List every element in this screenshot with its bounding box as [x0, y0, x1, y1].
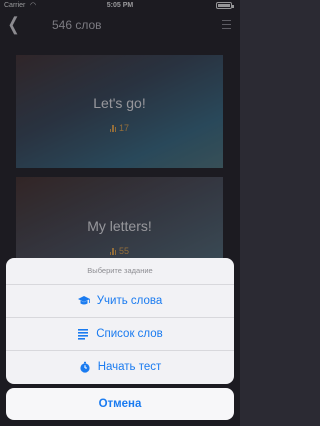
action-sheet: Выберите задание Учить слова Список слов	[6, 258, 234, 384]
learn-words-button[interactable]: Учить слова	[6, 285, 234, 318]
stopwatch-icon	[79, 361, 91, 373]
cancel-button[interactable]: Отмена	[6, 388, 234, 420]
list-icon	[77, 328, 89, 340]
graduation-cap-icon	[77, 295, 90, 307]
word-list-label: Список слов	[96, 328, 163, 340]
start-test-label: Начать тест	[97, 361, 162, 373]
word-list-button[interactable]: Список слов	[6, 318, 234, 351]
learn-words-label: Учить слова	[96, 295, 163, 307]
start-test-button[interactable]: Начать тест	[6, 351, 234, 383]
action-sheet-title: Выберите задание	[6, 258, 234, 285]
